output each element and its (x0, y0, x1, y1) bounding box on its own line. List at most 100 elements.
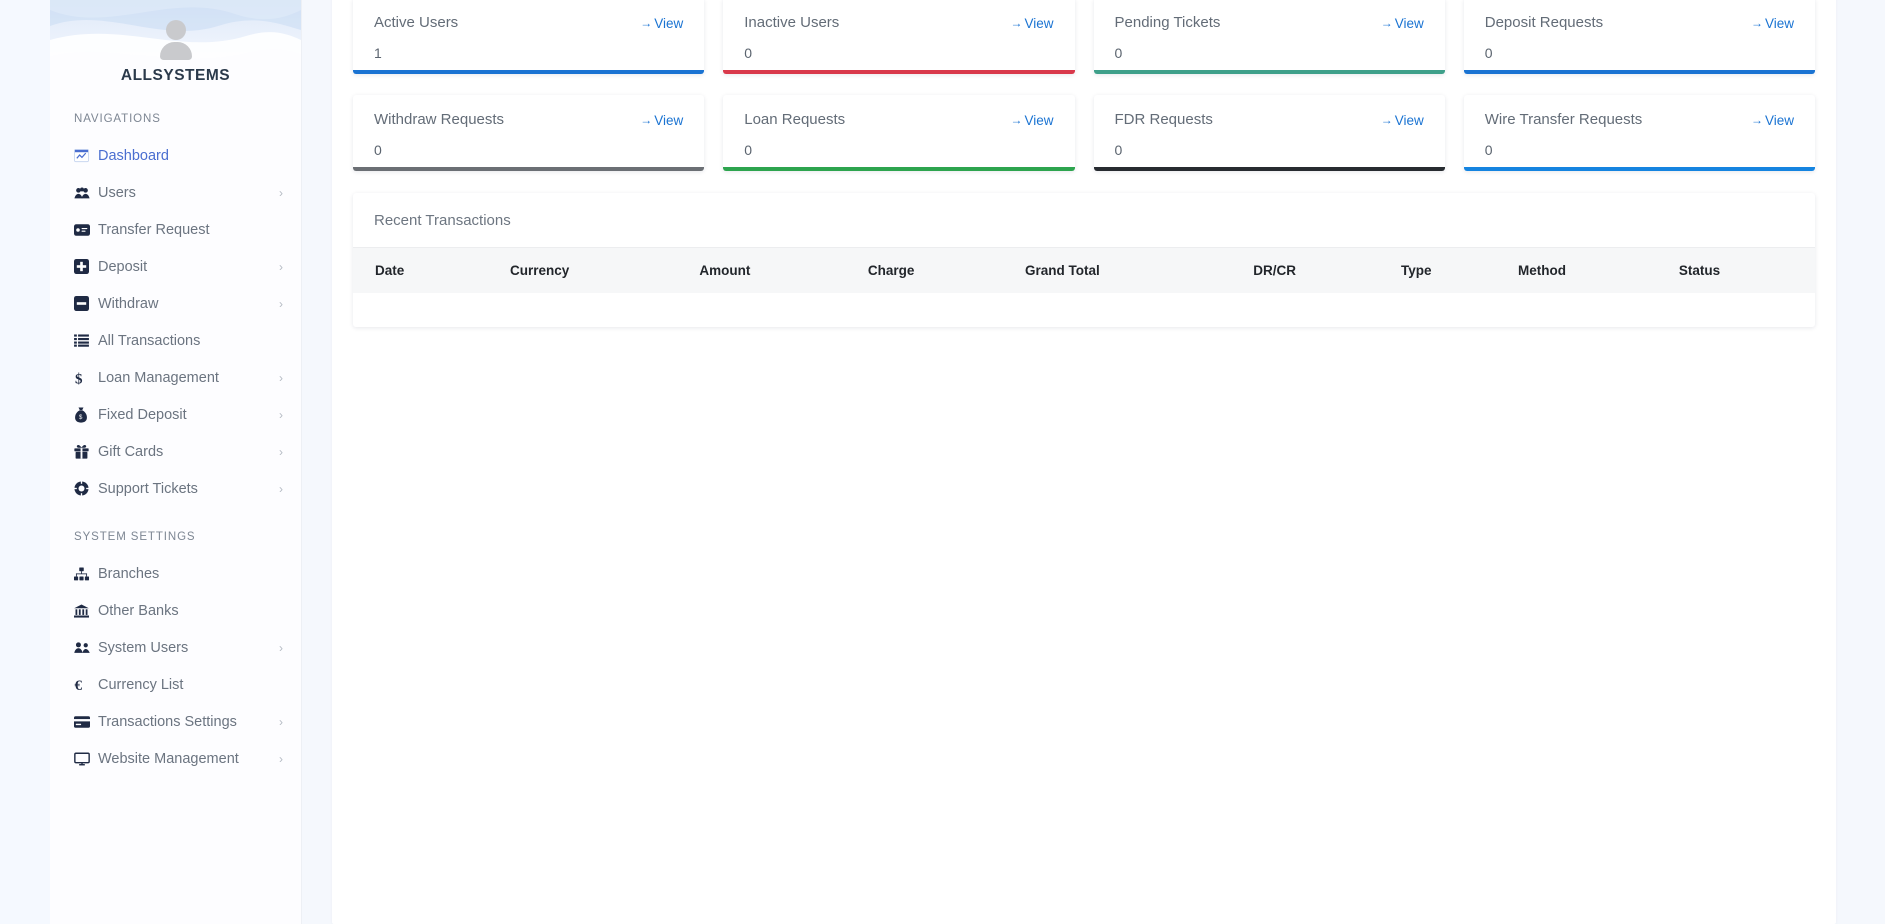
sidebar-item-label: Users (98, 184, 136, 201)
sidebar-item-transactions-settings[interactable]: Transactions Settings › (50, 703, 301, 740)
stat-card-wire-transfer-requests[interactable]: Wire Transfer Requests → View 0 (1463, 95, 1815, 171)
stat-card-header: Loan Requests → View (744, 111, 1053, 128)
sidebar-item-branches[interactable]: Branches (50, 555, 301, 592)
view-link[interactable]: → View (1751, 16, 1794, 31)
stat-card-active-users[interactable]: Active Users → View 1 (353, 0, 705, 74)
stat-card-header: Inactive Users → View (744, 14, 1053, 31)
stat-card-title: Withdraw Requests (374, 111, 505, 128)
chevron-right-icon: › (279, 296, 283, 311)
arrow-right-icon: → (1010, 16, 1023, 30)
sidebar-item-label: Support Tickets (98, 480, 198, 497)
credit-card-icon (74, 715, 96, 728)
sidebar: ALLSYSTEMS NAVIGATIONS Dashboard Users ›… (50, 0, 301, 924)
stat-cards-row-1: Active Users → View 1 Inactive Users → V… (332, 0, 1836, 74)
sidebar-item-currency-list[interactable]: € Currency List (50, 666, 301, 703)
money-bag-icon: $ (74, 407, 96, 423)
sidebar-item-website-management[interactable]: Website Management › (50, 740, 301, 777)
sidebar-item-fixed-deposit[interactable]: $ Fixed Deposit › (50, 396, 301, 433)
svg-text:€: € (75, 678, 83, 693)
brand-name: ALLSYSTEMS (120, 67, 231, 84)
minus-square-icon (74, 296, 96, 311)
chevron-right-icon: › (279, 714, 283, 729)
chevron-right-icon: › (279, 370, 283, 385)
sidebar-item-deposit[interactable]: Deposit › (50, 248, 301, 285)
stat-card-value: 0 (1114, 45, 1123, 61)
stat-card-header: Deposit Requests → View (1485, 14, 1794, 31)
sidebar-item-dashboard[interactable]: Dashboard (50, 137, 301, 174)
view-label: View (654, 15, 684, 31)
stat-card-pending-tickets[interactable]: Pending Tickets → View 0 (1093, 0, 1445, 74)
sidebar-item-users[interactable]: Users › (50, 174, 301, 211)
sidebar-item-gift-cards[interactable]: Gift Cards › (50, 433, 301, 470)
chevron-right-icon: › (279, 751, 283, 766)
gift-icon (74, 444, 96, 459)
transactions-table: Date Currency Amount Charge Grand Total DR/CR… (353, 248, 1815, 293)
sidebar-item-label: Fixed Deposit (98, 406, 187, 423)
view-link[interactable]: → View (640, 113, 683, 128)
stat-card-title: FDR Requests (1114, 111, 1213, 128)
view-link[interactable]: → View (1010, 16, 1053, 31)
table-column-header: Currency (510, 263, 570, 278)
sidebar-item-withdraw[interactable]: Withdraw › (50, 285, 301, 322)
stat-card-deposit-requests[interactable]: Deposit Requests → View 0 (1463, 0, 1815, 74)
sidebar-item-loan-management[interactable]: $ Loan Management › (50, 359, 301, 396)
table-column-header: DR/CR (1253, 263, 1297, 278)
view-link[interactable]: → View (1010, 113, 1053, 128)
accent-bar (723, 167, 1075, 171)
stat-card-header: Wire Transfer Requests → View (1485, 111, 1794, 128)
chevron-right-icon: › (279, 407, 283, 422)
table-header-row: Date Currency Amount Charge Grand Total DR/CR… (353, 248, 1815, 293)
table-column-header: Amount (699, 263, 751, 278)
sidebar-brand[interactable]: ALLSYSTEMS (50, 0, 301, 85)
transactions-table-head: Date Currency Amount Charge Grand Total DR/CR… (353, 248, 1815, 293)
view-label: View (1024, 112, 1054, 128)
table-column-header: Status (1678, 263, 1721, 278)
stat-card-title: Loan Requests (744, 111, 846, 128)
sidebar-item-all-transactions[interactable]: All Transactions (50, 322, 301, 359)
sidebar-item-label: Deposit (98, 258, 148, 275)
dollar-sign-icon: $ (74, 370, 96, 386)
view-label: View (1764, 112, 1794, 128)
sidebar-item-label: System Users (98, 639, 189, 656)
stat-card-fdr-requests[interactable]: FDR Requests → View 0 (1093, 95, 1445, 171)
view-link[interactable]: → View (1381, 16, 1424, 31)
table-column-header: Grand Total (1025, 263, 1100, 278)
stat-card-withdraw-requests[interactable]: Withdraw Requests → View 0 (353, 95, 705, 171)
accent-bar (1463, 70, 1815, 74)
view-link[interactable]: → View (1751, 113, 1794, 128)
sidebar-item-label: Dashboard (98, 147, 169, 164)
content-panel: Active Users → View 1 Inactive Users → V… (332, 0, 1836, 924)
avatar-body (159, 42, 192, 60)
sidebar-section-navigations: NAVIGATIONS (74, 113, 161, 125)
sidebar-item-support-tickets[interactable]: Support Tickets › (50, 470, 301, 507)
stat-card-title: Pending Tickets (1114, 14, 1221, 31)
view-link[interactable]: → View (1381, 113, 1424, 128)
view-label: View (1024, 15, 1054, 31)
view-label: View (1764, 15, 1794, 31)
arrow-right-icon: → (1750, 16, 1763, 30)
sidebar-item-transfer-request[interactable]: Transfer Request (50, 211, 301, 248)
arrow-right-icon: → (1380, 16, 1393, 30)
stat-card-value: 0 (374, 142, 382, 158)
arrow-right-icon: → (640, 16, 653, 30)
transactions-empty-state (353, 293, 1815, 297)
life-ring-icon (74, 481, 96, 496)
sidebar-item-label: Transfer Request (98, 221, 210, 238)
stat-card-title: Active Users (374, 14, 459, 31)
stat-card-title: Wire Transfer Requests (1484, 111, 1643, 128)
table-column-header: Method (1517, 263, 1566, 278)
stat-card-value: 0 (1484, 142, 1493, 158)
transfer-card-icon (74, 223, 96, 236)
view-label: View (1394, 112, 1424, 128)
view-link[interactable]: → View (640, 16, 683, 31)
sidebar-item-label: Gift Cards (98, 443, 164, 460)
user-group-icon (74, 641, 96, 654)
arrow-right-icon: → (1750, 113, 1763, 127)
sidebar-item-label: Withdraw (98, 295, 159, 312)
stat-card-loan-requests[interactable]: Loan Requests → View 0 (723, 95, 1075, 171)
sidebar-item-system-users[interactable]: System Users › (50, 629, 301, 666)
stat-card-value: 0 (1114, 142, 1123, 158)
stat-card-inactive-users[interactable]: Inactive Users → View 0 (723, 0, 1075, 74)
chevron-right-icon: › (279, 444, 283, 459)
sidebar-item-other-banks[interactable]: Other Banks (50, 592, 301, 629)
